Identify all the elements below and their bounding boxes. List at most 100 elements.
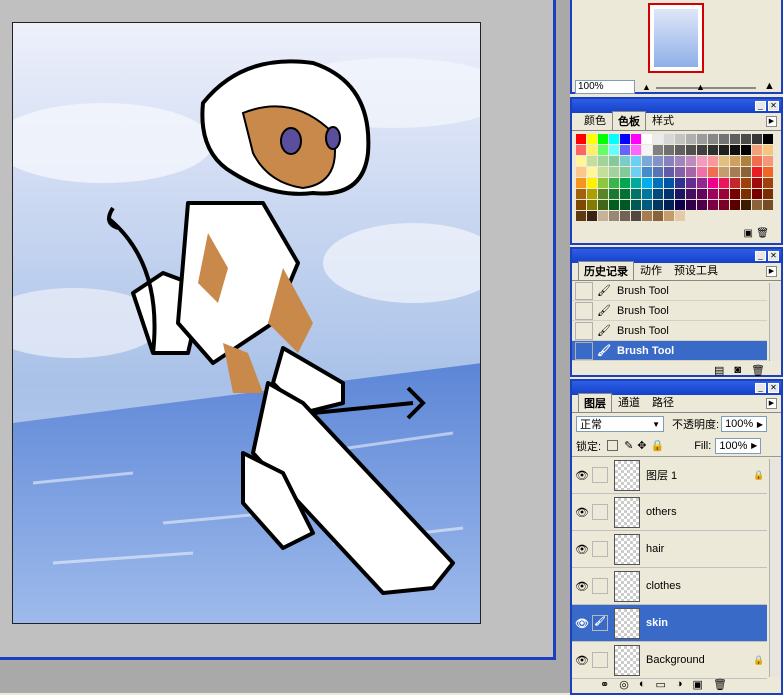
- color-swatch[interactable]: [653, 189, 663, 199]
- color-swatch[interactable]: [730, 156, 740, 166]
- trash-icon[interactable]: 🗑: [756, 228, 769, 239]
- layer-link-box[interactable]: [592, 467, 608, 483]
- color-swatch[interactable]: [642, 178, 652, 188]
- minimize-icon[interactable]: _: [755, 251, 766, 261]
- color-swatch[interactable]: [664, 178, 674, 188]
- color-swatch[interactable]: [763, 178, 773, 188]
- color-swatch[interactable]: [598, 178, 608, 188]
- color-swatch[interactable]: [730, 178, 740, 188]
- color-swatch[interactable]: [631, 211, 641, 221]
- minimize-icon[interactable]: _: [755, 383, 766, 393]
- color-swatch[interactable]: [741, 178, 751, 188]
- color-swatch[interactable]: [620, 145, 630, 155]
- color-swatch[interactable]: [697, 189, 707, 199]
- tab-channels[interactable]: 通道: [612, 392, 646, 412]
- color-swatch[interactable]: [587, 211, 597, 221]
- tab-history[interactable]: 历史记录: [578, 261, 634, 280]
- color-swatch[interactable]: [609, 156, 619, 166]
- color-swatch[interactable]: [741, 156, 751, 166]
- color-swatch[interactable]: [609, 178, 619, 188]
- color-swatch[interactable]: [675, 211, 685, 221]
- color-swatch[interactable]: [598, 134, 608, 144]
- color-swatch[interactable]: [675, 200, 685, 210]
- color-swatch[interactable]: [620, 211, 630, 221]
- blend-mode-select[interactable]: 正常 ▼: [576, 416, 664, 432]
- color-swatch[interactable]: [697, 156, 707, 166]
- color-swatch[interactable]: [576, 189, 586, 199]
- color-swatch[interactable]: [576, 178, 586, 188]
- color-swatch[interactable]: [741, 145, 751, 155]
- color-swatch[interactable]: [697, 200, 707, 210]
- color-swatch[interactable]: [598, 200, 608, 210]
- new-swatch-icon[interactable]: ▣: [744, 228, 753, 239]
- color-swatch[interactable]: [620, 178, 630, 188]
- color-swatch[interactable]: [620, 200, 630, 210]
- color-swatch[interactable]: [752, 145, 762, 155]
- color-swatch[interactable]: [763, 167, 773, 177]
- lock-all-icon[interactable]: 🔒: [651, 439, 665, 452]
- color-swatch[interactable]: [642, 167, 652, 177]
- color-swatch[interactable]: [730, 167, 740, 177]
- color-swatch[interactable]: [741, 189, 751, 199]
- history-source-checkbox[interactable]: [575, 281, 593, 300]
- color-swatch[interactable]: [631, 167, 641, 177]
- color-swatch[interactable]: [675, 178, 685, 188]
- visibility-eye-icon[interactable]: 👁: [572, 617, 592, 630]
- tab-styles[interactable]: 样式: [646, 110, 680, 130]
- color-swatch[interactable]: [697, 178, 707, 188]
- color-swatch[interactable]: [631, 134, 641, 144]
- history-source-checkbox[interactable]: [575, 341, 593, 360]
- zoom-in-icon[interactable]: ▲: [764, 80, 775, 92]
- tab-presets[interactable]: 预设工具: [668, 260, 724, 280]
- color-swatch[interactable]: [609, 134, 619, 144]
- color-swatch[interactable]: [653, 145, 663, 155]
- color-swatch[interactable]: [752, 134, 762, 144]
- color-swatch[interactable]: [664, 145, 674, 155]
- color-swatch[interactable]: [609, 211, 619, 221]
- color-swatch[interactable]: [686, 189, 696, 199]
- color-swatch[interactable]: [576, 134, 586, 144]
- color-swatch[interactable]: [686, 145, 696, 155]
- layer-row[interactable]: 👁 🖌 skin: [572, 605, 767, 642]
- color-swatch[interactable]: [653, 200, 663, 210]
- color-swatch[interactable]: [752, 189, 762, 199]
- color-swatch[interactable]: [708, 178, 718, 188]
- history-item[interactable]: 🖌 Brush Tool: [572, 341, 767, 361]
- color-swatch[interactable]: [719, 145, 729, 155]
- folder-icon[interactable]: ▭: [655, 678, 665, 691]
- new-layer-icon[interactable]: ▣: [693, 678, 703, 691]
- panel-menu-icon[interactable]: ▶: [766, 266, 777, 277]
- color-swatch[interactable]: [576, 211, 586, 221]
- tab-paths[interactable]: 路径: [646, 392, 680, 412]
- panel-menu-icon[interactable]: ▶: [766, 116, 777, 127]
- history-item[interactable]: 🖌 Brush Tool: [572, 301, 767, 321]
- zoom-field[interactable]: 100%: [575, 80, 635, 94]
- image-canvas[interactable]: [12, 22, 481, 624]
- color-swatch[interactable]: [664, 134, 674, 144]
- color-swatch[interactable]: [598, 167, 608, 177]
- fill-field[interactable]: 100% ▶: [715, 437, 762, 454]
- color-swatch[interactable]: [686, 167, 696, 177]
- color-swatch[interactable]: [730, 145, 740, 155]
- color-swatch[interactable]: [642, 134, 652, 144]
- lock-transparency-icon[interactable]: [607, 440, 619, 451]
- color-swatch[interactable]: [708, 156, 718, 166]
- snapshot-doc-icon[interactable]: ▤: [714, 364, 724, 377]
- color-swatch[interactable]: [719, 134, 729, 144]
- zoom-slider-thumb[interactable]: ▲: [696, 82, 705, 92]
- close-icon[interactable]: ✕: [768, 251, 779, 261]
- color-swatch[interactable]: [719, 167, 729, 177]
- visibility-eye-icon[interactable]: 👁: [572, 506, 592, 519]
- color-swatch[interactable]: [664, 167, 674, 177]
- color-swatch[interactable]: [752, 200, 762, 210]
- swatch-grid[interactable]: [572, 131, 781, 224]
- layer-row[interactable]: 👁 others: [572, 494, 767, 531]
- layer-link-box[interactable]: [592, 652, 608, 668]
- navigator-thumbnail[interactable]: [648, 3, 704, 73]
- color-swatch[interactable]: [730, 200, 740, 210]
- color-swatch[interactable]: [664, 211, 674, 221]
- close-icon[interactable]: ✕: [768, 383, 779, 393]
- layer-row[interactable]: 👁 hair: [572, 531, 767, 568]
- color-swatch[interactable]: [653, 134, 663, 144]
- color-swatch[interactable]: [719, 156, 729, 166]
